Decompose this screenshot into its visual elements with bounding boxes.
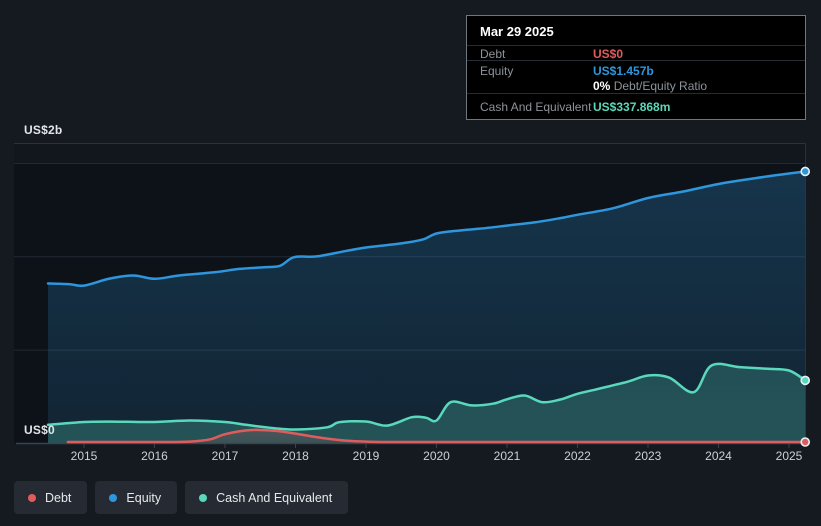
x-tick-label-2016: 2016 <box>141 449 168 463</box>
x-tick-label-2022: 2022 <box>564 449 591 463</box>
debt-endpoint-marker <box>800 437 811 447</box>
x-axis: 2015 2016 2017 2018 2019 2020 2021 2022 2023 2024… <box>0 449 821 465</box>
cash-endpoint-marker <box>800 375 811 386</box>
x-tick-label-2015: 2015 <box>70 449 98 463</box>
x-tick-label-2019: 2019 <box>352 449 380 463</box>
legend-label: Debt <box>45 490 72 505</box>
equity-endpoint-marker <box>800 166 811 177</box>
equity-legend-dot-icon <box>109 493 118 502</box>
tooltip-date: Mar 29 2025 <box>480 24 554 39</box>
tooltip-divider <box>467 93 805 94</box>
tooltip-cash-label: Cash And Equivalent <box>480 100 592 114</box>
chart-tooltip: Mar 29 2025 Debt US$0 Equity US$1.457b 0… <box>466 15 806 120</box>
chart-legend: Debt Equity Cash And Equivalent <box>14 481 349 514</box>
cash-legend-dot-icon <box>199 493 208 502</box>
tooltip-debt-equity-ratio: 0% Debt/Equity Ratio <box>593 79 707 93</box>
legend-item-cash[interactable]: Cash And Equivalent <box>185 481 349 514</box>
x-tick-label-2024: 2024 <box>705 449 732 463</box>
tooltip-cash-value: US$337.868m <box>593 100 671 114</box>
legend-item-equity[interactable]: Equity <box>95 481 178 514</box>
x-tick-label-2020: 2020 <box>423 449 450 463</box>
tooltip-debt-value: US$0 <box>593 47 624 61</box>
legend-label: Cash And Equivalent <box>216 490 333 505</box>
x-tick-label-2017: 2017 <box>211 449 239 463</box>
tooltip-ratio-caption: Debt/Equity Ratio <box>613 79 708 93</box>
tooltip-ratio-percent: 0% <box>593 79 611 93</box>
legend-label: Equity <box>126 490 162 505</box>
x-tick-label-2023: 2023 <box>634 449 662 463</box>
tooltip-debt-label: Debt <box>480 47 506 61</box>
y-axis-label-2b: US$2b <box>24 123 63 137</box>
legend-item-debt[interactable]: Debt <box>14 481 88 514</box>
x-tick-label-2021: 2021 <box>493 449 521 463</box>
debt-legend-dot-icon <box>28 493 36 502</box>
tooltip-divider <box>467 45 805 46</box>
tooltip-equity-value: US$1.457b <box>593 64 654 78</box>
tooltip-divider <box>467 60 805 61</box>
tooltip-equity-label: Equity <box>480 64 514 78</box>
debt-equity-history-chart: US$2b US$0 2015 2016 2017 2018 2019 2020 2021 2… <box>0 0 821 526</box>
x-tick-label-2025: 2025 <box>775 449 803 463</box>
x-tick-label-2018: 2018 <box>282 449 309 463</box>
y-axis-label-0: US$0 <box>24 423 55 437</box>
